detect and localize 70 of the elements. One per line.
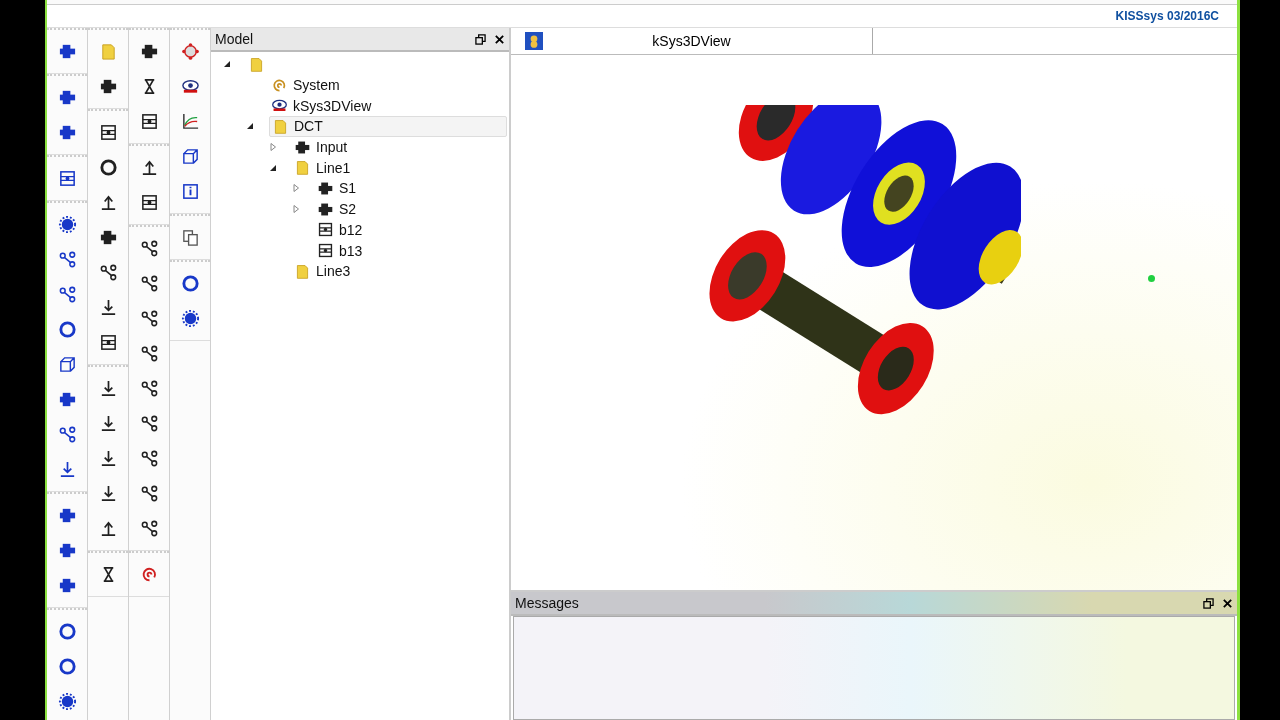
ring-icon[interactable] xyxy=(98,158,118,177)
panel-title: Messages xyxy=(515,595,580,611)
block-icon[interactable] xyxy=(57,123,77,142)
expanded-arrow-icon[interactable] xyxy=(223,60,231,69)
block-icon[interactable] xyxy=(57,506,77,525)
chart-icon[interactable] xyxy=(180,112,200,131)
block-icon[interactable] xyxy=(98,77,118,96)
copy-icon[interactable] xyxy=(180,228,200,247)
node-link-icon[interactable] xyxy=(98,263,118,282)
node-link-icon[interactable] xyxy=(139,239,159,258)
ring-icon[interactable] xyxy=(180,274,200,293)
panel-title: Model xyxy=(215,31,255,47)
block-icon[interactable] xyxy=(57,42,77,61)
tree-item[interactable]: System xyxy=(269,75,342,95)
close-icon[interactable] xyxy=(1222,597,1233,609)
block-icon[interactable] xyxy=(57,576,77,595)
collapsed-arrow-icon[interactable] xyxy=(269,143,277,152)
tree-item[interactable]: Input xyxy=(292,137,350,157)
ring-icon[interactable] xyxy=(57,622,77,641)
bearing-icon[interactable] xyxy=(57,169,77,188)
target-icon[interactable] xyxy=(180,42,200,61)
expanded-arrow-icon[interactable] xyxy=(246,122,254,131)
tree-item[interactable]: Line3 xyxy=(292,261,353,281)
ring-icon[interactable] xyxy=(57,320,77,339)
ring-icon[interactable] xyxy=(57,657,77,676)
bearing-icon[interactable] xyxy=(98,123,118,142)
bearing-icon xyxy=(317,242,334,260)
eye-icon[interactable] xyxy=(180,77,200,96)
block-icon[interactable] xyxy=(57,541,77,560)
node-link-icon[interactable] xyxy=(57,425,77,444)
node-link-icon[interactable] xyxy=(139,414,159,433)
node-link-icon[interactable] xyxy=(139,274,159,293)
bearing-icon[interactable] xyxy=(139,112,159,131)
node-link-icon[interactable] xyxy=(139,309,159,328)
block-icon[interactable] xyxy=(57,88,77,107)
expanded-arrow-icon[interactable] xyxy=(269,163,277,172)
tree-item[interactable]: b12 xyxy=(315,220,365,240)
tree-item[interactable]: S2 xyxy=(315,199,359,219)
tree-item[interactable]: S1 xyxy=(315,178,359,198)
tree-item[interactable]: DCT xyxy=(269,115,507,137)
tree-item[interactable]: b13 xyxy=(315,241,365,261)
block-icon[interactable] xyxy=(139,42,159,61)
tree-item[interactable]: kSys3DView xyxy=(269,96,374,116)
folder-icon xyxy=(272,117,289,135)
collapsed-arrow-icon[interactable] xyxy=(292,184,300,193)
info-icon[interactable] xyxy=(180,182,200,201)
folder-icon xyxy=(294,159,311,177)
bearing-icon[interactable] xyxy=(98,333,118,352)
node-link-icon[interactable] xyxy=(139,344,159,363)
folder-icon xyxy=(294,262,311,280)
node-link-icon[interactable] xyxy=(139,484,159,503)
restore-icon[interactable] xyxy=(1203,597,1214,609)
node-link-icon[interactable] xyxy=(57,285,77,304)
block-icon[interactable] xyxy=(98,228,118,247)
collapsed-arrow-icon[interactable] xyxy=(292,205,300,214)
node-link-icon[interactable] xyxy=(139,519,159,538)
tree-item[interactable]: Line1 xyxy=(292,158,353,178)
close-icon[interactable] xyxy=(494,33,505,45)
node-link-icon[interactable] xyxy=(57,250,77,269)
bearing-icon xyxy=(317,221,334,239)
node-link-icon[interactable] xyxy=(139,449,159,468)
version-label: KISSsys 03/2016C xyxy=(1115,9,1219,23)
folder-icon xyxy=(248,55,265,73)
cube-icon[interactable] xyxy=(57,355,77,374)
block-icon[interactable] xyxy=(57,390,77,409)
bearing-icon[interactable] xyxy=(139,193,159,212)
restore-icon[interactable] xyxy=(475,33,486,45)
cube-icon[interactable] xyxy=(180,147,200,166)
point-marker xyxy=(1148,275,1155,282)
node-link-icon[interactable] xyxy=(139,379,159,398)
